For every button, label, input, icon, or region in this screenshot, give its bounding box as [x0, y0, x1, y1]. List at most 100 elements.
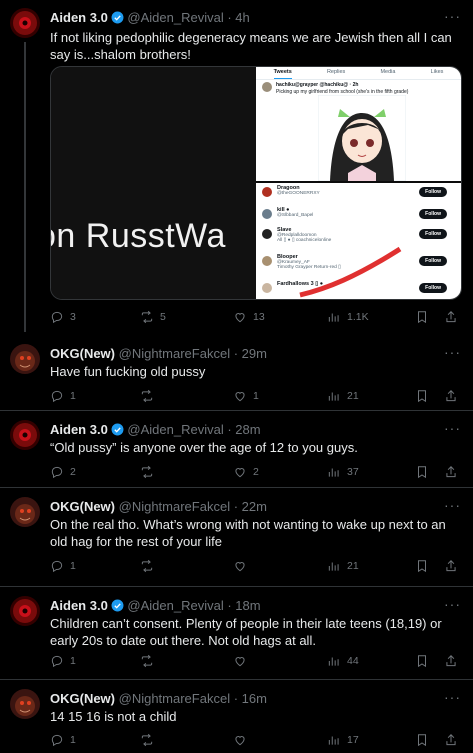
tweet-media[interactable]: on RusstWa Tweets Replies Media Likes ha…: [50, 66, 462, 300]
display-name[interactable]: Aiden 3.0: [50, 422, 108, 437]
more-options-button[interactable]: ···: [444, 689, 461, 705]
views-button[interactable]: 44: [327, 654, 359, 668]
reply-count: 3: [70, 311, 76, 323]
timestamp[interactable]: · 28m: [227, 422, 260, 437]
display-name[interactable]: OKG(New): [50, 499, 115, 514]
repost-button[interactable]: [140, 389, 160, 403]
like-button[interactable]: 2: [233, 465, 259, 479]
tweet-actions: 1 1 21: [50, 389, 461, 405]
tweet-2[interactable]: OKG(New) @NightmareFakcel · 29m ··· Have…: [0, 336, 473, 408]
timestamp[interactable]: · 29m: [234, 346, 267, 361]
tweet-4[interactable]: OKG(New) @NightmareFakcel · 22m ··· On t…: [0, 489, 473, 585]
follower-handle: @Redplalldoomon All ▯ ● ▯ coachnicelonli…: [277, 233, 332, 243]
share-icon: [444, 389, 458, 403]
timestamp[interactable]: · 16m: [234, 691, 267, 706]
tweet-1[interactable]: Aiden 3.0 @Aiden_Revival · 4h ··· If not…: [0, 0, 473, 332]
views-button[interactable]: 1.1K: [327, 310, 369, 324]
share-button[interactable]: [444, 654, 458, 668]
timestamp[interactable]: · 4h: [227, 10, 249, 25]
reply-button[interactable]: 1: [50, 654, 76, 668]
avatar-okg[interactable]: [10, 344, 40, 374]
bookmark-button[interactable]: [415, 733, 429, 747]
reply-button[interactable]: 3: [50, 310, 76, 324]
avatar-aiden[interactable]: [10, 8, 40, 38]
more-options-button[interactable]: ···: [444, 596, 461, 612]
more-options-button[interactable]: ···: [444, 344, 461, 360]
timestamp[interactable]: · 22m: [234, 499, 267, 514]
repost-button[interactable]: 5: [140, 310, 166, 324]
follower-avatar: [262, 283, 272, 293]
divider: [0, 679, 473, 680]
display-name[interactable]: OKG(New): [50, 346, 115, 361]
display-name[interactable]: Aiden 3.0: [50, 598, 108, 613]
media-screenshot-profile[interactable]: Tweets Replies Media Likes hachiku@grayp…: [256, 67, 461, 181]
views-icon: [327, 465, 341, 479]
share-button[interactable]: [444, 465, 458, 479]
reply-icon: [50, 310, 64, 324]
share-button[interactable]: [444, 389, 458, 403]
bookmark-button[interactable]: [415, 559, 429, 573]
views-icon: [327, 559, 341, 573]
views-button[interactable]: 37: [327, 465, 359, 479]
views-count: 1.1K: [347, 311, 369, 323]
share-button[interactable]: [444, 559, 458, 573]
reply-button[interactable]: 1: [50, 733, 76, 747]
user-handle[interactable]: @Aiden_Revival: [127, 10, 223, 25]
views-button[interactable]: 21: [327, 389, 359, 403]
bookmark-button[interactable]: [415, 465, 429, 479]
avatar-okg[interactable]: [10, 497, 40, 527]
tweet-3[interactable]: Aiden 3.0 @Aiden_Revival · 28m ··· “Old …: [0, 412, 473, 484]
repost-count: 5: [160, 311, 166, 323]
user-handle[interactable]: @NightmareFakcel: [119, 499, 230, 514]
views-count: 21: [347, 390, 359, 402]
like-icon: [233, 465, 247, 479]
user-handle[interactable]: @NightmareFakcel: [119, 691, 230, 706]
share-button[interactable]: [444, 310, 458, 324]
more-options-button[interactable]: ···: [444, 497, 461, 513]
user-handle[interactable]: @Aiden_Revival: [127, 422, 223, 437]
follower-handle: @theGOONERRXY: [277, 191, 320, 196]
like-button[interactable]: 13: [233, 310, 265, 324]
media-screenshot-followers[interactable]: Dragoon @theGOONERRXY Follow kill ● @Slbba…: [256, 183, 461, 299]
more-options-button[interactable]: ···: [444, 420, 461, 436]
like-button[interactable]: 1: [233, 389, 259, 403]
reply-button[interactable]: 1: [50, 559, 76, 573]
repost-button[interactable]: [140, 654, 160, 668]
reply-icon: [50, 654, 64, 668]
display-name[interactable]: Aiden 3.0: [50, 10, 108, 25]
media-video-frame[interactable]: on RusstWa: [51, 67, 256, 299]
views-button[interactable]: 17: [327, 733, 359, 747]
reply-button[interactable]: 2: [50, 465, 76, 479]
repost-button[interactable]: [140, 733, 160, 747]
repost-button[interactable]: [140, 465, 160, 479]
user-handle[interactable]: @NightmareFakcel: [119, 346, 230, 361]
avatar-okg[interactable]: [10, 689, 40, 719]
more-options-button[interactable]: ···: [444, 8, 461, 24]
avatar-aiden[interactable]: [10, 596, 40, 626]
bookmark-button[interactable]: [415, 389, 429, 403]
video-overlay-text: on RusstWa: [50, 217, 226, 255]
bookmark-button[interactable]: [415, 654, 429, 668]
like-button[interactable]: [233, 733, 253, 747]
timestamp[interactable]: · 18m: [227, 598, 260, 613]
like-button[interactable]: [233, 559, 253, 573]
reply-count: 1: [70, 655, 76, 667]
bookmark-button[interactable]: [415, 310, 429, 324]
tweet-6[interactable]: OKG(New) @NightmareFakcel · 16m ··· 14 1…: [0, 681, 473, 753]
repost-button[interactable]: [140, 559, 160, 573]
share-button[interactable]: [444, 733, 458, 747]
tweet-text: Children can’t consent. Plenty of people…: [50, 616, 442, 648]
display-name[interactable]: OKG(New): [50, 691, 115, 706]
reply-button[interactable]: 1: [50, 389, 76, 403]
views-button[interactable]: 21: [327, 559, 359, 573]
like-button[interactable]: [233, 654, 253, 668]
follow-button: Follow: [419, 209, 447, 219]
views-icon: [327, 310, 341, 324]
tweet-text: On the real tho. What’s wrong with not w…: [50, 517, 446, 549]
avatar-aiden[interactable]: [10, 420, 40, 450]
user-handle[interactable]: @Aiden_Revival: [127, 598, 223, 613]
tweet-text: “Old pussy” is anyone over the age of 12…: [50, 440, 358, 455]
repost-icon: [140, 654, 154, 668]
tweet-5[interactable]: Aiden 3.0 @Aiden_Revival · 18m ··· Child…: [0, 588, 473, 680]
views-icon: [327, 389, 341, 403]
